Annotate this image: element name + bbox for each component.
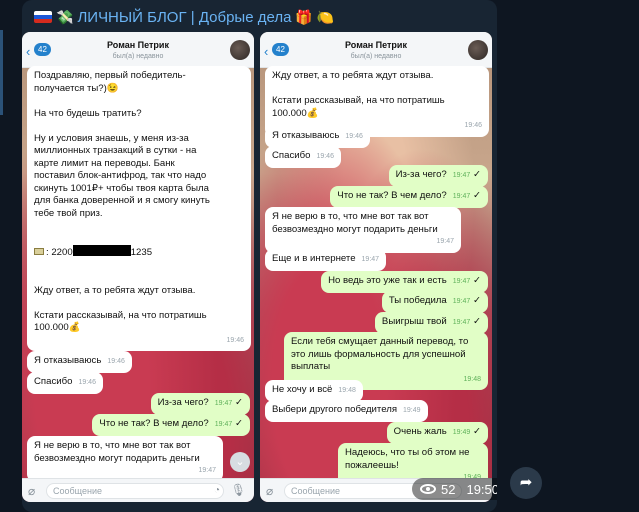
incoming-message: Выбери другого победителя 19:49 (265, 400, 428, 422)
message-line: Поздравляю, первый победитель- (34, 70, 186, 81)
message-time: 19:47 (452, 319, 471, 326)
message-time: 19:46 (226, 336, 244, 344)
message-time: 19:47 (214, 421, 233, 428)
outgoing-message: Что не так? В чем дело? 19:47 ✓ (330, 186, 488, 208)
channel-post: 💸 ЛИЧНЫЙ БЛОГ | Добрые дела 🎁 🍋 ‹ 42 Ром… (22, 0, 497, 512)
gift-emoji: 🎁 (295, 8, 313, 25)
message-time: 19:47 (452, 172, 471, 179)
message-time: 19:47 (361, 256, 380, 263)
incoming-message: Я отказываюсь 19:46 (265, 126, 370, 148)
chat-screenshot-right[interactable]: ‹ 42 Роман Петрик был(а) недавно Жду отв… (260, 32, 492, 502)
redacted-block (72, 245, 131, 256)
sticker-icon[interactable]: ◔ (214, 485, 220, 496)
incoming-message: Еще и в интернете 19:47 (265, 249, 387, 271)
attach-icon[interactable]: ⌀ (28, 484, 35, 498)
incoming-message: Не хочу и всё 19:48 (265, 380, 363, 402)
incoming-message: Спасибо 19:46 (265, 146, 341, 168)
share-arrow-icon: ➦ (519, 474, 533, 491)
message-line: получается ты?)😉 (34, 82, 119, 94)
card-icon (34, 248, 44, 255)
russia-flag-icon (34, 11, 52, 23)
message-line: для банка доверенной и я смогу кинуть (34, 195, 210, 206)
message-time: 19:47 (214, 400, 233, 407)
scroll-down-button[interactable]: ⌄ (230, 452, 250, 472)
message-line: 100.000💰 (34, 322, 81, 333)
card-number-line: : 2200 1235 (34, 245, 244, 260)
outgoing-message: Выигрыш твой 19:47 ✓ (374, 312, 488, 334)
avatar (230, 40, 250, 60)
card-number-end: 1235 (130, 247, 153, 258)
outgoing-message: Очень жаль 19:49 ✓ (386, 422, 488, 444)
avatar (468, 40, 488, 60)
views-count: 52 (441, 481, 456, 497)
message-line: Кстати рассказывай, на что потратишь (34, 309, 207, 321)
post-views-badge: 52 19:50 (412, 478, 497, 500)
message-line: миллионных транзакций в сутки - на (34, 145, 197, 156)
outgoing-message: Из-за чего? 19:47 ✓ (388, 165, 488, 187)
contact-name: Роман Петрик (107, 40, 169, 50)
contact-name: Роман Петрик (345, 40, 407, 50)
incoming-message: Я не верю в то, что мне вот так вот безв… (265, 207, 461, 253)
outgoing-message: Но ведь это уже так и есть 19:47 ✓ (321, 271, 488, 293)
chat-header: ‹ 42 Роман Петрик был(а) недавно (22, 32, 254, 68)
contact-status: был(а) недавно (112, 53, 164, 60)
chat-header: ‹ 42 Роман Петрик был(а) недавно (260, 32, 492, 68)
message-line: Ну и условия знаешь, у меня из-за (34, 132, 189, 144)
message-time: 19:47 (436, 238, 454, 245)
outgoing-message: Из-за чего? 19:47 ✓ (150, 393, 250, 415)
post-title-text: ЛИЧНЫЙ БЛОГ | Добрые дела (77, 8, 292, 26)
incoming-message: Спасибо 19:46 (27, 372, 103, 394)
message-time: 19:47 (452, 193, 471, 200)
message-line: тебе твой приз. (34, 207, 103, 219)
message-time: 19:47 (452, 298, 471, 305)
message-time: 19:47 (198, 467, 216, 474)
message-time: 19:46 (316, 153, 334, 160)
message-time: 19:49 (452, 429, 471, 436)
incoming-message: Я отказываюсь 19:46 (27, 351, 132, 373)
incoming-message: Я не верю в то, что мне вот так вот безв… (27, 436, 223, 482)
attach-icon[interactable]: ⌀ (266, 484, 273, 498)
message-line: карте лимит на переводы. Банк (34, 157, 175, 169)
message-line: На что будешь тратить? (34, 107, 142, 119)
message-input[interactable]: Сообщение (46, 483, 224, 499)
outgoing-message: Ты победила 19:47 ✓ (381, 291, 488, 313)
contact-status: был(а) недавно (350, 53, 402, 60)
card-number-start: : 2200 (46, 247, 73, 258)
post-time: 19:50 (466, 481, 497, 497)
message-line: поставил блок-антифрод, так что надо (34, 170, 207, 181)
message-time: 19:49 (403, 407, 421, 414)
post-title: 💸 ЛИЧНЫЙ БЛОГ | Добрые дела 🎁 🍋 (34, 6, 334, 28)
incoming-message: Поздравляю, первый победитель- получаетс… (27, 66, 251, 351)
message-time: 19:46 (345, 133, 363, 140)
sidebar-edge (0, 30, 3, 115)
share-button[interactable]: ➦ (510, 467, 542, 499)
message-time: 19:47 (452, 278, 471, 285)
outgoing-message: Что не так? В чем дело? 19:47 ✓ (92, 414, 250, 436)
lemon-emoji: 🍋 (316, 8, 335, 25)
message-line: Жду ответ, а то ребята ждут отзыва. (34, 284, 196, 296)
message-time: 19:46 (78, 379, 96, 386)
chat-screenshot-left[interactable]: ‹ 42 Роман Петрик был(а) недавно Поздрав… (22, 32, 254, 502)
message-line: скинуть 1001₽+ чтобы твоя карта была (34, 182, 209, 194)
eye-icon (420, 484, 436, 494)
money-emoji: 💸 (56, 8, 74, 25)
message-input-bar: ⌀ Сообщение ◔ 🎙 (22, 478, 254, 502)
message-time: 19:48 (338, 387, 356, 394)
message-time: 19:46 (107, 358, 125, 365)
mic-icon[interactable]: 🎙 (231, 483, 246, 497)
